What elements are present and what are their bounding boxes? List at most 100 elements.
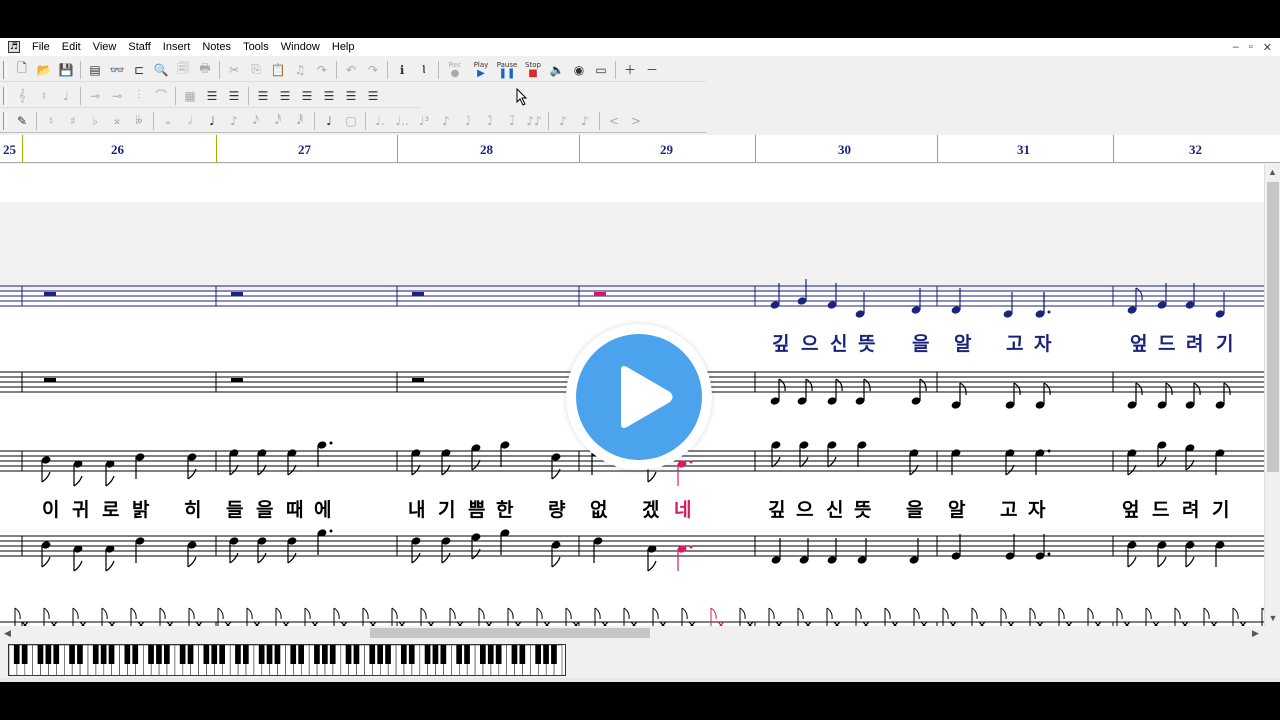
piano-black-key[interactable] — [179, 645, 186, 664]
piano-black-key[interactable] — [377, 645, 383, 664]
lyric-syllable[interactable]: 신 — [826, 495, 843, 522]
grid-icon[interactable]: ▦ — [179, 86, 201, 106]
slur-icon[interactable]: ♪♪ — [523, 111, 545, 131]
paste-icon[interactable]: 📋 — [267, 60, 289, 80]
piano-black-key[interactable] — [21, 645, 28, 664]
measure-number[interactable]: 25 — [3, 142, 16, 158]
piano-black-key[interactable] — [385, 645, 391, 664]
piano-black-key[interactable] — [290, 645, 297, 664]
lyric-syllable[interactable]: 으 — [801, 329, 818, 356]
lyric-syllable[interactable]: 자 — [1028, 495, 1045, 522]
rest-box-icon[interactable]: ▢ — [340, 111, 362, 131]
key-signature-icon[interactable]: ♮ — [33, 86, 55, 106]
lyric-syllable[interactable]: 에 — [314, 495, 331, 522]
tenuto-icon[interactable]: ♩̄ — [501, 111, 523, 131]
sharp-icon[interactable]: ♯ — [62, 111, 84, 131]
horizontal-scroll-thumb[interactable] — [370, 628, 650, 638]
lyric-syllable[interactable]: 때 — [286, 495, 303, 522]
piano-black-key[interactable] — [424, 645, 431, 664]
piano-black-key[interactable] — [235, 645, 241, 664]
grace-note-icon[interactable]: ♪ — [435, 111, 457, 131]
whole-note-icon[interactable]: 𝅝 — [157, 111, 179, 131]
lyric-syllable[interactable]: 겠 — [642, 495, 659, 522]
lyric-syllable[interactable]: 없 — [590, 495, 607, 522]
piano-black-key[interactable] — [535, 645, 541, 664]
info-icon[interactable]: ℹ — [391, 60, 413, 80]
piano-black-key[interactable] — [487, 645, 494, 664]
align-center-icon[interactable]: ☰ — [223, 86, 245, 106]
tie-icon[interactable]: ⌒ — [150, 86, 172, 106]
piano-black-key[interactable] — [314, 645, 320, 664]
scroll-left-icon[interactable]: ◀ — [4, 626, 11, 640]
lyric-align-1-icon[interactable]: ☰ — [252, 86, 274, 106]
text-tool-icon[interactable]: Ⲓ — [413, 60, 435, 80]
restore-button[interactable]: ▫ — [1249, 41, 1253, 54]
menu-window[interactable]: Window — [275, 41, 326, 53]
lyric-syllable[interactable]: 쁨 — [468, 495, 485, 522]
lyric-syllable[interactable]: 려 — [1186, 329, 1203, 356]
menu-staff[interactable]: Staff — [122, 41, 156, 53]
menu-file[interactable]: File — [26, 41, 56, 53]
scroll-down-icon[interactable]: ▼ — [1265, 610, 1280, 626]
lyric-syllable[interactable]: 밝 — [132, 495, 149, 522]
dotted-note-icon[interactable]: ♩. — [369, 111, 391, 131]
piano-black-key[interactable] — [321, 645, 328, 664]
menu-notes[interactable]: Notes — [196, 41, 237, 53]
stop-button[interactable]: Stop ■ — [520, 60, 546, 80]
lyric-syllable[interactable]: 한 — [496, 495, 513, 522]
measure-number[interactable]: 26 — [111, 142, 124, 158]
new-file-icon[interactable]: 🗋 — [11, 60, 33, 80]
piano-black-key[interactable] — [551, 645, 557, 664]
piano-black-key[interactable] — [13, 645, 20, 664]
piano-keyboard[interactable] — [8, 644, 566, 676]
menu-view[interactable]: View — [87, 41, 123, 53]
lyric-syllable[interactable]: 기 — [438, 495, 455, 522]
piano-black-key[interactable] — [92, 645, 99, 664]
piano-black-key[interactable] — [53, 645, 60, 664]
lyric-syllable[interactable]: 이 — [42, 495, 59, 522]
globe-icon[interactable]: ◉ — [568, 60, 590, 80]
piano-black-key[interactable] — [242, 645, 249, 664]
lyric-syllable[interactable]: 히 — [184, 495, 201, 522]
redo-paste-icon[interactable]: ↷ — [311, 60, 333, 80]
stem-down-icon[interactable]: ⊸ — [106, 86, 128, 106]
play-button[interactable]: Play ▶ — [468, 60, 494, 80]
triplet-icon[interactable]: ♩³ — [413, 111, 435, 131]
piano-black-key[interactable] — [298, 645, 304, 664]
piano-black-key[interactable] — [187, 645, 194, 664]
time-signature-icon[interactable]: ♩ — [55, 86, 77, 106]
piano-black-key[interactable] — [100, 645, 107, 664]
zoom-out-icon[interactable]: － — [641, 60, 663, 80]
note-insert-icon[interactable]: ♩ — [318, 111, 340, 131]
natural-icon[interactable]: ♮ — [40, 111, 62, 131]
sixteenth-note-icon[interactable]: 𝅘𝅥𝅯 — [245, 111, 267, 131]
piano-black-key[interactable] — [329, 645, 336, 664]
piano-black-key[interactable] — [353, 645, 360, 664]
lyric-syllable[interactable]: 내 — [408, 495, 425, 522]
piano-black-key[interactable] — [45, 645, 52, 664]
record-button[interactable]: Rec ● — [442, 60, 468, 80]
double-dotted-note-icon[interactable]: ♩.. — [391, 111, 413, 131]
measure-number[interactable]: 28 — [480, 142, 493, 158]
double-flat-icon[interactable]: 𝄫 — [128, 111, 150, 131]
beam-icon[interactable]: ⫶ — [128, 86, 150, 106]
scroll-right-icon[interactable]: ▶ — [1252, 626, 1259, 640]
horizontal-scrollbar[interactable]: ◀ ▶ — [0, 626, 1264, 640]
lyric-syllable[interactable]: 엎 — [1122, 495, 1139, 522]
sixtyfourth-note-icon[interactable]: 𝅘𝅥𝅱 — [289, 111, 311, 131]
lyric-align-5-icon[interactable]: ☰ — [340, 86, 362, 106]
zoom-in-icon[interactable]: ＋ — [619, 60, 641, 80]
scroll-up-icon[interactable]: ▲ — [1265, 164, 1280, 180]
keyboard-icon[interactable]: ▭ — [590, 60, 612, 80]
piano-black-key[interactable] — [108, 645, 115, 664]
paste-notes-icon[interactable]: ♫ — [289, 60, 311, 80]
menu-help[interactable]: Help — [326, 41, 361, 53]
redo-icon[interactable]: ↷ — [362, 60, 384, 80]
piano-black-key[interactable] — [432, 645, 439, 664]
lyric-syllable[interactable]: 뜻 — [854, 495, 871, 522]
lyric-syllable[interactable]: 기 — [1212, 495, 1229, 522]
piano-black-key[interactable] — [77, 645, 83, 664]
piano-black-key[interactable] — [69, 645, 75, 664]
align-left-icon[interactable]: ☰ — [201, 86, 223, 106]
speaker-icon[interactable]: 🔈 — [546, 60, 568, 80]
